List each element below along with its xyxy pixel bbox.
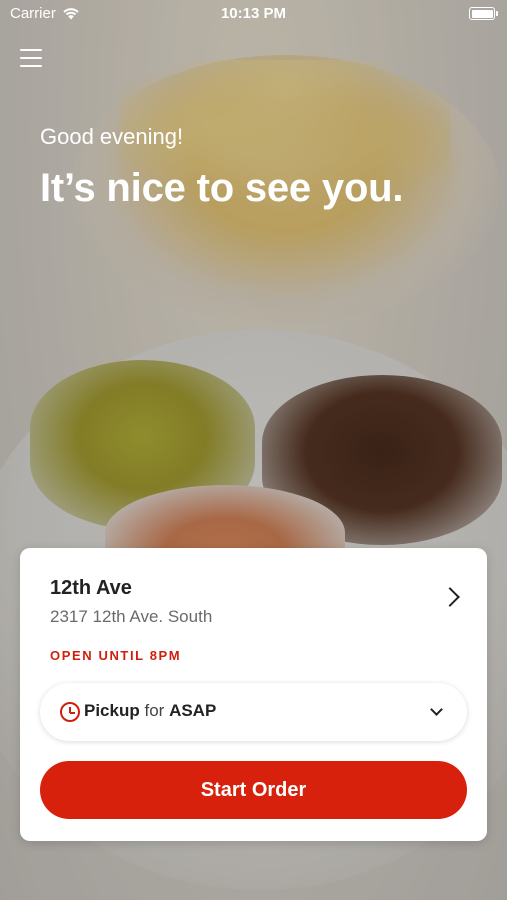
page-title: It’s nice to see you.: [40, 166, 404, 210]
pickup-time: ASAP: [169, 701, 217, 720]
store-hours: OPEN UNTIL 8PM: [50, 648, 182, 663]
pickup-time-dropdown[interactable]: Pickup for ASAP: [40, 683, 467, 741]
clock-icon: [60, 702, 80, 722]
chevron-right-icon: [440, 587, 460, 607]
location-card: 12th Ave 2317 12th Ave. South OPEN UNTIL…: [20, 548, 487, 841]
pickup-connector: for: [144, 701, 165, 720]
location-address: 2317 12th Ave. South: [50, 607, 213, 626]
location-name: 12th Ave: [50, 577, 132, 599]
location-selector[interactable]: 12th Ave 2317 12th Ave. South: [20, 548, 487, 648]
status-bar: Carrier 10:13 PM: [0, 0, 507, 28]
pickup-text: Pickup for ASAP: [84, 701, 216, 721]
pickup-method: Pickup: [84, 701, 140, 720]
status-time: 10:13 PM: [220, 5, 287, 22]
start-order-button[interactable]: Start Order: [40, 761, 467, 819]
greeting-text: Good evening!: [40, 124, 184, 149]
chevron-down-icon: [430, 703, 443, 716]
battery-icon: [469, 7, 498, 20]
hamburger-menu-icon[interactable]: [20, 49, 42, 67]
